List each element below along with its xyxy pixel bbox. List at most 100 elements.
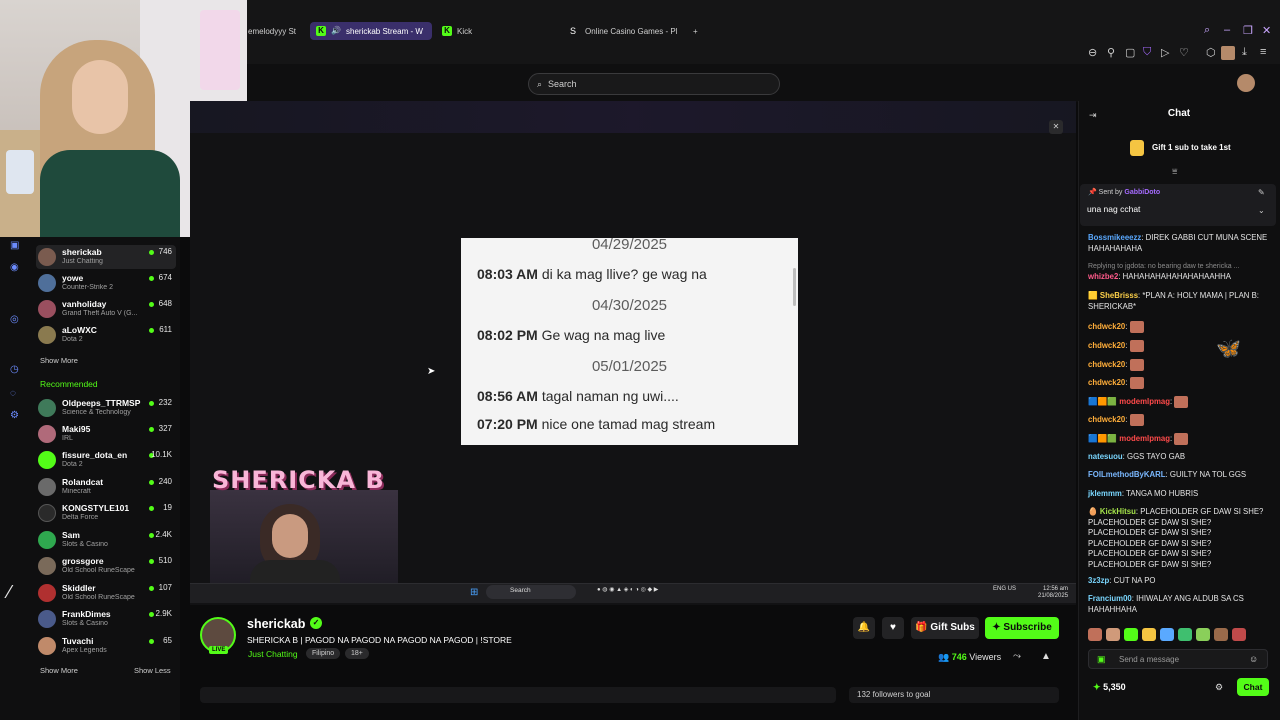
chat-input[interactable]: Send a message (1088, 649, 1268, 669)
emote-icon[interactable] (1088, 628, 1102, 641)
report-icon[interactable]: ▲ (1041, 651, 1051, 662)
chat-username[interactable]: natesuou (1088, 452, 1123, 461)
heart-icon[interactable]: ♡ (1179, 46, 1189, 59)
sidebar-channel-grossgore[interactable]: grossgore Old School RuneScape 510 (36, 554, 176, 578)
chat-username[interactable]: chdwck20 (1088, 360, 1125, 369)
chat-settings-icon[interactable]: ⚙ (1215, 682, 1223, 693)
show-more-button[interactable]: Show More (40, 356, 78, 365)
chat-badge-icon[interactable]: ▣ (1097, 654, 1106, 665)
emote-icon[interactable] (1106, 628, 1120, 641)
chat-username[interactable]: FOILmethodByKARL (1088, 470, 1166, 479)
show-more-button[interactable]: Show More (40, 666, 78, 675)
emote-icon[interactable] (1178, 628, 1192, 641)
minimize-icon[interactable]: – (1224, 24, 1230, 36)
shield-icon[interactable]: ⛉ (1143, 46, 1151, 59)
sidebar-channel-tuvachi[interactable]: Tuvachi Apex Legends 65 (36, 634, 176, 658)
chat-username[interactable]: chdwck20 (1088, 415, 1125, 424)
chat-username[interactable]: Bossmikeeezz (1088, 233, 1141, 242)
sidebar-channel-kongstyle[interactable]: KONGSTYLE101 Delta Force 19 (36, 501, 176, 525)
chat-username[interactable]: whizbe2 (1088, 272, 1118, 281)
sidebar-channel-rolandcat[interactable]: Rolandcat Minecraft 240 (36, 475, 176, 499)
tab-emelodyyy[interactable]: emelodyyy St (248, 22, 300, 40)
emote-icon[interactable] (1214, 628, 1228, 641)
zoom-icon[interactable]: ⊖ (1088, 46, 1097, 59)
sidebar-channel-maki95[interactable]: Maki95 IRL 327 (36, 422, 176, 446)
message-line: 08:03 AM di ka mag llive? ge wag na (477, 266, 707, 282)
chat-username[interactable]: jklemmm (1088, 489, 1122, 498)
sidebar-channel-sherickab[interactable]: sherickab Just Chatting 746 (36, 245, 176, 269)
follow-heart-icon[interactable]: ♥ (882, 617, 904, 639)
tab-kick[interactable]: K Kick (442, 22, 542, 40)
chevron-down-icon[interactable]: ⌄ (1258, 206, 1265, 215)
emote-icon[interactable] (1196, 628, 1210, 641)
settings-icon[interactable]: ⚙ (10, 410, 19, 421)
share-icon[interactable]: ⤳ (1013, 651, 1021, 662)
bookmark-icon[interactable]: ⚲ (1107, 46, 1115, 59)
channel-name[interactable]: sherickab (247, 617, 305, 631)
emote-icon[interactable] (1160, 628, 1174, 641)
message-text: Ge wag na mag live (541, 327, 666, 343)
close-overlay-icon[interactable]: ✕ (1049, 120, 1063, 134)
restore-icon[interactable]: ❐ (1243, 24, 1253, 37)
sidebar-channel-yowe[interactable]: yowe Counter-Strike 2 674 (36, 271, 176, 295)
user-avatar[interactable] (1237, 74, 1255, 92)
play-icon[interactable]: ▷ (1161, 46, 1169, 59)
channel-points[interactable]: ✦ 5,350 (1093, 682, 1126, 693)
screenshot-icon[interactable]: ▢ (1125, 46, 1135, 59)
tab-label: Online Casino Games - Pl (585, 26, 678, 36)
chat-username[interactable]: chdwck20 (1088, 378, 1125, 387)
emote-icon[interactable] (1124, 628, 1138, 641)
emote-icon[interactable] (1142, 628, 1156, 641)
search-tabs-icon[interactable]: ⌕ (1204, 24, 1210, 37)
emote-icon[interactable] (1232, 628, 1246, 641)
show-less-button[interactable]: Show Less (134, 666, 171, 675)
extensions-icon[interactable]: ⬡ (1206, 46, 1216, 59)
sidebar-channel-oldpeeps[interactable]: Oldpeeps_TTRMSP Science & Technology 232 (36, 396, 176, 420)
menu-icon[interactable]: ≡ (1260, 46, 1266, 58)
subscribe-button[interactable]: ✦ Subscribe (985, 617, 1059, 639)
avatar (38, 326, 56, 344)
sidebar-channel-vanholiday[interactable]: vanholiday Grand Theft Auto V (G... 648 (36, 297, 176, 321)
chat-username[interactable]: chdwck20 (1088, 341, 1125, 350)
message-time: 07:20 PM (477, 416, 538, 432)
discord-icon[interactable]: ◉ (10, 262, 19, 273)
chat-username[interactable]: Francium00 (1088, 594, 1132, 603)
chat-username[interactable]: chdwck20 (1088, 322, 1125, 331)
profile-icon[interactable] (1221, 46, 1235, 60)
search-input[interactable]: ⌕ Search (528, 73, 780, 95)
close-icon[interactable]: ✕ (1262, 24, 1271, 37)
unpin-icon[interactable]: ✎ (1258, 188, 1265, 197)
chat-message: chdwck20: (1088, 340, 1268, 352)
chat-username[interactable]: 3z3zp (1088, 576, 1109, 585)
viewers-icon: 👥 (938, 652, 950, 662)
new-tab-button[interactable]: + (693, 22, 698, 40)
history-icon[interactable]: ◷ (10, 364, 19, 375)
filter-icon[interactable]: ⩸ (1172, 166, 1177, 177)
tab-casino[interactable]: S Online Casino Games - Pl (570, 22, 688, 40)
chat-username[interactable]: SheBrisss (1100, 291, 1138, 300)
chat-username[interactable]: KickHitsu (1100, 507, 1136, 516)
sidebar-channel-skiddler[interactable]: Skiddler Old School RuneScape 107 (36, 581, 176, 605)
gift-banner[interactable]: Gift 1 sub to take 1st (1152, 143, 1231, 152)
gift-subs-button[interactable]: 🎁 Gift Subs (911, 617, 979, 639)
tag-language[interactable]: Filipino (306, 648, 341, 659)
chat-username[interactable]: modemlpmag (1119, 397, 1170, 406)
twitch-icon[interactable]: ▣ (10, 240, 19, 251)
chat-bubble-icon[interactable]: ◌ (10, 388, 16, 399)
stream-category[interactable]: Just Chatting (248, 649, 298, 659)
sidebar-channel-alowxc[interactable]: aLoWXC Dota 2 611 (36, 323, 176, 347)
viewer-count-display: 👥 746 Viewers (938, 652, 1001, 663)
send-chat-button[interactable]: Chat (1237, 678, 1269, 696)
chat-username[interactable]: modemlpmag (1119, 434, 1170, 443)
sidebar-channel-sam[interactable]: Sam Slots & Casino 2.4K (36, 528, 176, 552)
sidebar-channel-frankdimes[interactable]: FrankDimes Slots & Casino 2.9K (36, 607, 176, 631)
chat-message: FOILmethodByKARL: GUILTY NA TOL GGS (1088, 470, 1247, 479)
channel-name: fissure_dota_en (62, 450, 128, 460)
tab-sherickab[interactable]: K 🔊 sherickab Stream - W (310, 22, 432, 40)
emoji-icon[interactable]: ☺ (1249, 654, 1258, 664)
notification-bell-icon[interactable]: 🔔 (853, 617, 875, 639)
sidebar-channel-fissure[interactable]: fissure_dota_en Dota 2 10.1K (36, 448, 176, 472)
tag-mature[interactable]: 18+ (345, 648, 369, 659)
compass-icon[interactable]: ◎ (10, 314, 19, 325)
download-icon[interactable]: ⤓ (1242, 46, 1247, 59)
